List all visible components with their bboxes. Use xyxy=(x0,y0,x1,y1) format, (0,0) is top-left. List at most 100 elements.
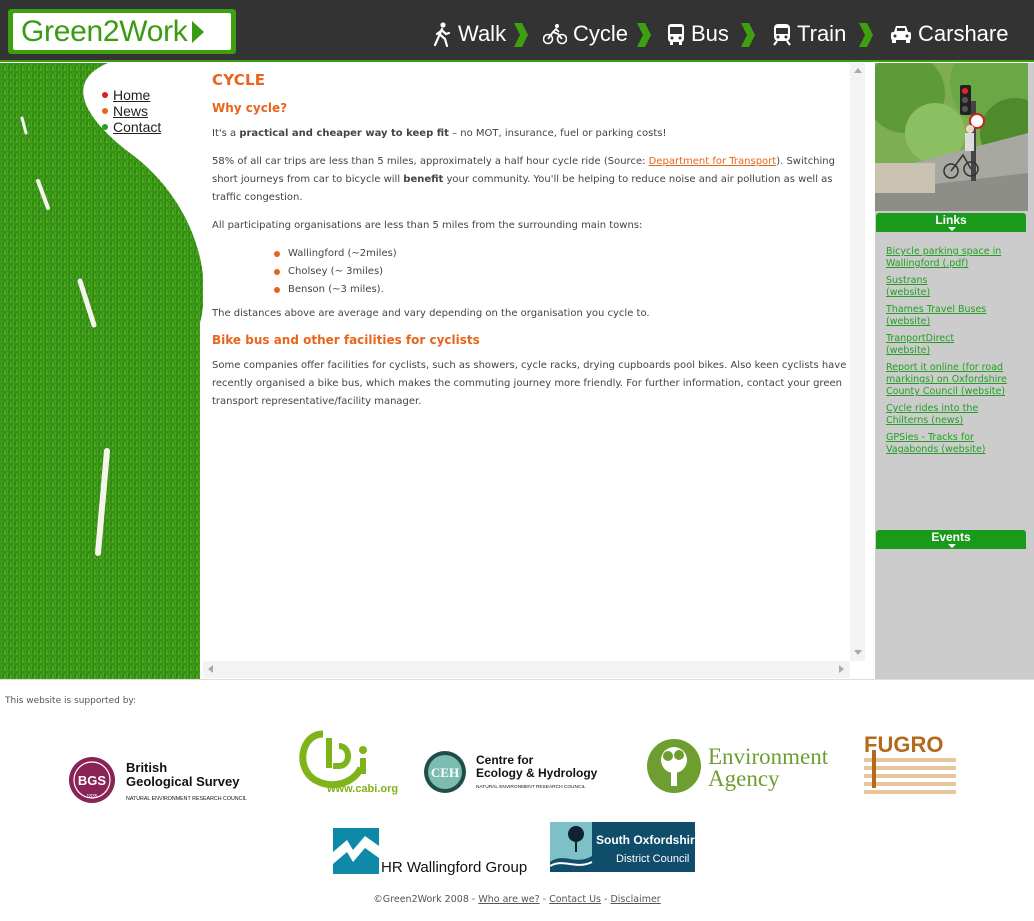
list-item: Cycle rides into the Chilterns (news) xyxy=(886,403,1021,427)
site-header: Green2Work Walk Cycle Bus Train Carshare xyxy=(0,0,1034,62)
scroll-left-icon[interactable] xyxy=(208,665,213,673)
bullet-icon xyxy=(102,108,108,114)
link-gpsies[interactable]: GPSies - Tracks for Vagabonds (website) xyxy=(886,432,996,456)
bgs-logo-image: BGS 1835 British Geological Survey NATUR… xyxy=(69,757,247,803)
list-item: Benson (~3 miles). xyxy=(274,281,847,299)
svg-text:HR Wallingford Group: HR Wallingford Group xyxy=(381,859,527,876)
svg-text:Geological Survey: Geological Survey xyxy=(126,774,240,789)
cyclist-photo-image xyxy=(875,63,1028,211)
hr-wallingford-logo-image: HR Wallingford Group xyxy=(333,828,527,876)
nav-carshare[interactable]: Carshare xyxy=(890,18,1008,50)
fugro-logo[interactable]: FUGRO xyxy=(862,728,958,798)
list-item: GPSies - Tracks for Vagabonds (website) xyxy=(886,432,1021,456)
supported-by-label: This website is supported by: xyxy=(5,696,137,706)
grass-road-image xyxy=(0,63,203,679)
side-menu: Home News Contact xyxy=(102,87,161,135)
cyclist-photo xyxy=(875,63,1028,211)
right-sidebar: Links Bicycle parking space in Wallingfo… xyxy=(875,63,1034,679)
links-panel-header: Links xyxy=(876,213,1026,232)
sidebar-item-label[interactable]: News xyxy=(113,103,148,119)
towns-list: Wallingford (~2miles) Cholsey (~ 3miles)… xyxy=(274,245,847,299)
nav-walk[interactable]: Walk xyxy=(432,18,506,50)
sidebar-item-label[interactable]: Contact xyxy=(113,119,161,135)
bullet-icon xyxy=(102,92,108,98)
link-sustrans[interactable]: Sustrans (website) xyxy=(886,275,946,299)
scroll-right-icon[interactable] xyxy=(839,665,844,673)
chevron-right-icon xyxy=(514,23,528,47)
dft-link[interactable]: Department for Transport xyxy=(649,156,777,167)
chevron-right-icon xyxy=(859,23,873,47)
list-item: Bicycle parking space in Wallingford (.p… xyxy=(886,246,1021,270)
nav-cycle[interactable]: Cycle xyxy=(543,18,628,50)
copyright-bar: ©Green2Work 2008 - Who are we? - Contact… xyxy=(373,894,661,905)
ceh-logo-image: CEH Centre for Ecology & Hydrology NATUR… xyxy=(424,751,598,793)
link-report-it-online[interactable]: Report it online (for road markings) on … xyxy=(886,362,1021,398)
towns-intro: All participating organisations are less… xyxy=(212,220,643,231)
svg-text:Agency: Agency xyxy=(708,766,780,791)
bullet-icon xyxy=(274,269,280,275)
scroll-up-icon[interactable] xyxy=(854,68,862,73)
chevron-down-icon xyxy=(948,227,956,231)
link-transportdirect[interactable]: TranportDirect (website) xyxy=(886,333,976,357)
chevron-right-icon xyxy=(637,23,651,47)
link-bicycle-parking[interactable]: Bicycle parking space in Wallingford (.p… xyxy=(886,246,1021,270)
bus-icon xyxy=(668,24,684,45)
svg-text:www.cabi.org: www.cabi.org xyxy=(326,783,398,795)
nav-cycle-label: Cycle xyxy=(573,21,629,46)
chevron-right-icon xyxy=(741,23,755,47)
nav-train[interactable]: Train xyxy=(773,18,846,50)
top-nav: Walk Cycle Bus Train Carshare xyxy=(0,0,1034,62)
who-are-we-link[interactable]: Who are we? xyxy=(478,894,539,905)
fugro-logo-image: FUGRO xyxy=(864,732,956,794)
list-item: Sustrans (website) xyxy=(886,275,1021,299)
south-oxfordshire-logo[interactable]: South Oxfordshire District Council xyxy=(549,822,702,872)
svg-text:NATURAL ENVIRONMENT RESEARCH C: NATURAL ENVIRONMENT RESEARCH COUNCIL xyxy=(126,796,247,802)
events-panel-header: Events xyxy=(876,530,1026,549)
intro-paragraph: It's a practical and cheaper way to keep… xyxy=(212,128,667,139)
list-item: Thames Travel Buses (website) xyxy=(886,304,1021,328)
link-cycle-rides-chilterns[interactable]: Cycle rides into the Chilterns (news) xyxy=(886,403,996,427)
disclaimer-link[interactable]: Disclaimer xyxy=(610,894,660,905)
walk-icon xyxy=(433,22,451,47)
sidebar-item-home[interactable]: Home xyxy=(102,87,161,103)
list-item: Cholsey (~ 3miles) xyxy=(274,263,847,281)
statistics-paragraph: 58% of all car trips are less than 5 mil… xyxy=(212,156,835,203)
bullet-icon xyxy=(274,287,280,293)
list-item: Report it online (for road markings) on … xyxy=(886,362,1021,398)
sidebar-item-contact[interactable]: Contact xyxy=(102,119,161,135)
nav-bus[interactable]: Bus xyxy=(667,18,729,50)
ceh-logo[interactable]: CEH Centre for Ecology & Hydrology NATUR… xyxy=(423,750,628,796)
svg-text:Centre for: Centre for xyxy=(476,753,534,767)
list-item: TranportDirect (website) xyxy=(886,333,1021,357)
car-icon xyxy=(891,26,911,43)
facilities-paragraph: Some companies offer facilities for cycl… xyxy=(212,360,847,407)
bgs-logo[interactable]: BGS 1835 British Geological Survey NATUR… xyxy=(68,756,288,806)
svg-text:CEH: CEH xyxy=(431,765,459,780)
svg-text:British: British xyxy=(126,760,167,775)
sidebar-item-news[interactable]: News xyxy=(102,103,161,119)
svg-text:BGS: BGS xyxy=(78,773,107,788)
bullet-icon xyxy=(102,124,108,130)
horizontal-scrollbar[interactable] xyxy=(203,661,850,678)
vertical-scrollbar[interactable] xyxy=(850,63,865,661)
bike-bus-heading: Bike bus and other facilities for cyclis… xyxy=(212,333,480,347)
page-title: CYCLE xyxy=(212,71,266,89)
link-thames-travel[interactable]: Thames Travel Buses (website) xyxy=(886,304,1006,328)
sidebar-item-label[interactable]: Home xyxy=(113,87,150,103)
site-footer: This website is supported by: BGS 1835 B… xyxy=(0,679,1034,921)
scroll-down-icon[interactable] xyxy=(854,650,862,655)
cabi-logo-image: www.cabi.org xyxy=(299,730,398,795)
cabi-logo[interactable]: www.cabi.org xyxy=(293,728,405,796)
svg-text:NATURAL ENVIRONMENT RESEARCH C: NATURAL ENVIRONMENT RESEARCH COUNCIL xyxy=(476,784,586,790)
article: CYCLE Why cycle? It's a practical and ch… xyxy=(212,71,847,661)
why-cycle-heading: Why cycle? xyxy=(212,101,288,115)
svg-text:Ecology & Hydrology: Ecology & Hydrology xyxy=(476,766,598,780)
list-item: Wallingford (~2miles) xyxy=(274,245,847,263)
environment-agency-logo[interactable]: Environment Agency xyxy=(646,738,846,794)
svg-text:District Council: District Council xyxy=(616,853,689,865)
contact-us-link[interactable]: Contact Us xyxy=(549,894,601,905)
nav-walk-label: Walk xyxy=(458,21,507,46)
main-content: CYCLE Why cycle? It's a practical and ch… xyxy=(203,63,867,679)
train-icon xyxy=(773,24,791,46)
hr-wallingford-logo[interactable]: HR Wallingford Group xyxy=(333,828,533,876)
